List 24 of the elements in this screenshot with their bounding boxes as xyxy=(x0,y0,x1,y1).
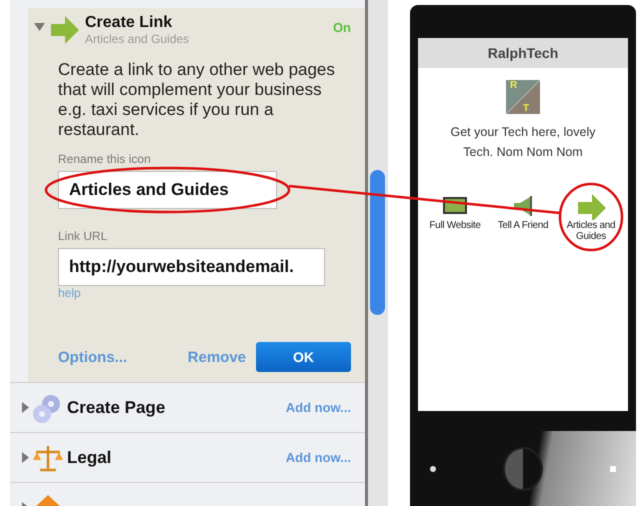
phone-knob[interactable] xyxy=(503,446,543,490)
highlight-ellipse xyxy=(558,182,624,252)
app-title: RalphTech xyxy=(488,45,558,61)
input-field[interactable]: http://yourwebsiteandemail. xyxy=(58,248,325,286)
app-icon-label[interactable]: Full Website xyxy=(429,220,481,231)
description-text: Create a link to any other web pages that will complement your business e.g. taxi services if you run a restaurant. xyxy=(58,60,336,140)
phone-button[interactable] xyxy=(430,466,436,472)
item-title[interactable]: Create Page xyxy=(67,398,284,418)
item-title[interactable]: Legal xyxy=(67,448,284,468)
status-label: On xyxy=(332,20,351,35)
arrow-icon xyxy=(576,192,606,220)
field-label: Link URL xyxy=(58,229,108,243)
input-field[interactable]: Articles and Guides xyxy=(58,171,277,209)
item-subtitle: Articles and Guides xyxy=(85,32,190,46)
app-icon-label[interactable]: Tell A Friend xyxy=(498,220,548,231)
scrollbar-thumb[interactable] xyxy=(370,170,385,315)
item-title: Create Link xyxy=(85,14,174,32)
logo-letter: T xyxy=(523,103,530,114)
app-icon-label[interactable]: Articles and Guides xyxy=(560,220,622,242)
logo-letter: R xyxy=(509,80,518,93)
ok-button[interactable]: OK xyxy=(256,342,351,372)
arrow-icon xyxy=(49,14,81,46)
field-label: Rename this icon xyxy=(58,152,152,166)
tagline-text: Get your Tech here, lovely Tech. Nom Nom Nom xyxy=(450,124,596,161)
